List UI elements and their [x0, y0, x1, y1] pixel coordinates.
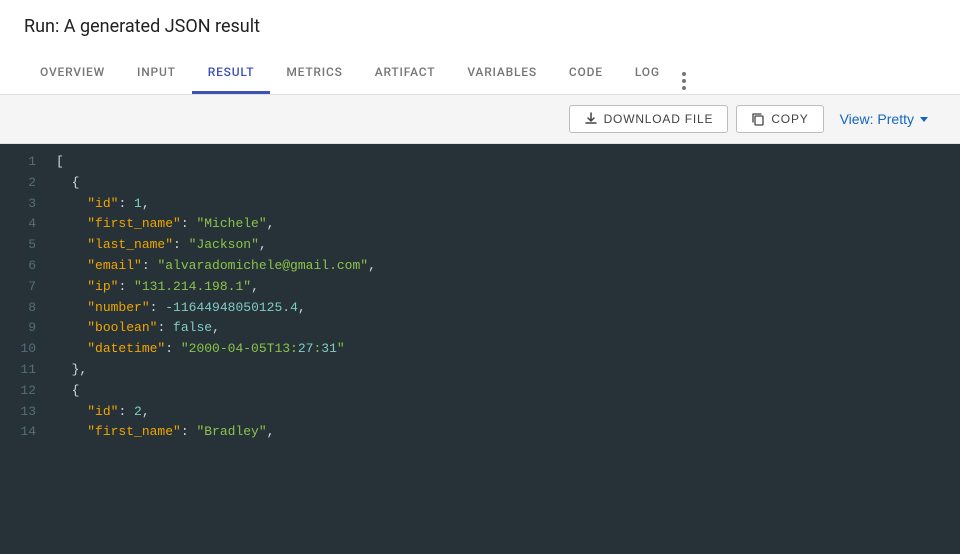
more-options-icon[interactable]: [676, 68, 692, 94]
line-number: 11: [0, 360, 48, 381]
line-number: 9: [0, 318, 48, 339]
view-pretty-button[interactable]: View: Pretty: [832, 105, 936, 133]
tab-result[interactable]: RESULT: [192, 53, 271, 94]
tab-input[interactable]: INPUT: [121, 53, 192, 94]
download-file-button[interactable]: DOWNLOAD FILE: [569, 105, 729, 133]
line-content: "first_name": "Bradley",: [48, 422, 960, 443]
line-content: "first_name": "Michele",: [48, 214, 960, 235]
table-row: 4 "first_name": "Michele",: [0, 214, 960, 235]
table-row: 12 {: [0, 381, 960, 402]
line-content: "id": 2,: [48, 402, 960, 423]
line-content: "id": 1,: [48, 194, 960, 215]
line-content: "datetime": "2000-04-05T13:27:31": [48, 339, 960, 360]
table-row: 7 "ip": "131.214.198.1",: [0, 277, 960, 298]
line-number: 12: [0, 381, 48, 402]
table-row: 9 "boolean": false,: [0, 318, 960, 339]
table-row: 10 "datetime": "2000-04-05T13:27:31": [0, 339, 960, 360]
tab-variables[interactable]: VARIABLES: [451, 53, 553, 94]
line-content: [: [48, 152, 960, 173]
table-row: 3 "id": 1,: [0, 194, 960, 215]
line-content: "boolean": false,: [48, 318, 960, 339]
line-number: 6: [0, 256, 48, 277]
line-content: "ip": "131.214.198.1",: [48, 277, 960, 298]
table-row: 1[: [0, 152, 960, 173]
copy-label: COPY: [771, 112, 808, 126]
table-row: 2 {: [0, 173, 960, 194]
tab-artifact[interactable]: ARTIFACT: [359, 53, 452, 94]
line-number: 5: [0, 235, 48, 256]
chevron-down-icon: [920, 117, 928, 122]
line-content: "email": "alvaradomichele@gmail.com",: [48, 256, 960, 277]
page-title: Run: A generated JSON result: [24, 16, 936, 53]
view-label: View: Pretty: [840, 111, 914, 127]
page-container: Run: A generated JSON result OVERVIEW IN…: [0, 0, 960, 554]
toolbar: DOWNLOAD FILE COPY View: Pretty: [0, 95, 960, 144]
download-icon: [584, 112, 598, 126]
line-content: {: [48, 381, 960, 402]
line-number: 13: [0, 402, 48, 423]
table-row: 6 "email": "alvaradomichele@gmail.com",: [0, 256, 960, 277]
table-row: 13 "id": 2,: [0, 402, 960, 423]
tab-log[interactable]: LOG: [619, 53, 676, 94]
line-number: 1: [0, 152, 48, 173]
copy-icon: [751, 112, 765, 126]
line-number: 8: [0, 298, 48, 319]
copy-button[interactable]: COPY: [736, 105, 823, 133]
download-label: DOWNLOAD FILE: [604, 112, 714, 126]
table-row: 11 },: [0, 360, 960, 381]
table-row: 8 "number": -11644948050125.4,: [0, 298, 960, 319]
table-row: 14 "first_name": "Bradley",: [0, 422, 960, 443]
line-number: 10: [0, 339, 48, 360]
table-row: 5 "last_name": "Jackson",: [0, 235, 960, 256]
line-number: 2: [0, 173, 48, 194]
line-number: 7: [0, 277, 48, 298]
line-content: {: [48, 173, 960, 194]
tab-metrics[interactable]: METRICS: [270, 53, 358, 94]
code-table: 1[2 {3 "id": 1,4 "first_name": "Michele"…: [0, 152, 960, 443]
line-number: 3: [0, 194, 48, 215]
line-content: "number": -11644948050125.4,: [48, 298, 960, 319]
line-number: 4: [0, 214, 48, 235]
line-number: 14: [0, 422, 48, 443]
header: Run: A generated JSON result OVERVIEW IN…: [0, 0, 960, 95]
code-area[interactable]: 1[2 {3 "id": 1,4 "first_name": "Michele"…: [0, 144, 960, 554]
tab-code[interactable]: CODE: [553, 53, 619, 94]
line-content: "last_name": "Jackson",: [48, 235, 960, 256]
tab-overview[interactable]: OVERVIEW: [24, 53, 121, 94]
line-content: },: [48, 360, 960, 381]
tabs-bar: OVERVIEW INPUT RESULT METRICS ARTIFACT V…: [24, 53, 936, 94]
